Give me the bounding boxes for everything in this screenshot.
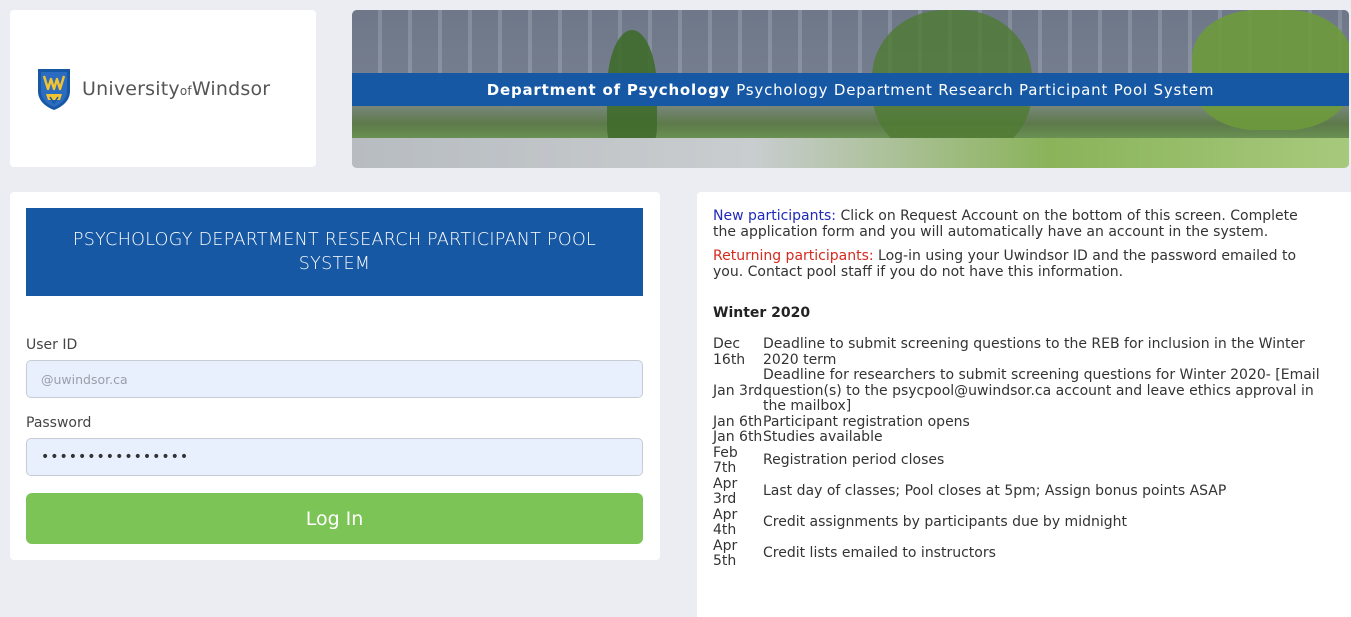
table-row: Jan 6th Participant registration opens	[713, 413, 1338, 431]
login-button[interactable]: Log In	[26, 493, 643, 544]
schedule-date: Apr 5th	[713, 537, 738, 569]
table-row: Feb 7th Registration period closes	[713, 444, 1338, 477]
table-row: Apr 4th Credit assignments by participan…	[713, 506, 1338, 539]
schedule-event: Studies available	[763, 429, 883, 445]
user-id-input[interactable]	[26, 360, 643, 398]
schedule-date: Apr 4th	[713, 506, 738, 538]
banner-ground-image	[352, 138, 1349, 168]
banner-tree-image	[1192, 10, 1349, 130]
schedule-event: Last day of classes; Pool closes at 5pm;…	[763, 483, 1227, 500]
returning-participants-label: Returning participants:	[713, 248, 874, 264]
login-panel-title: PSYCHOLOGY DEPARTMENT RESEARCH PARTICIPA…	[26, 208, 643, 296]
returning-participants-note: Returning participants: Log-in using you…	[713, 248, 1313, 280]
schedule-event: Deadline to submit screening questions t…	[763, 336, 1305, 368]
banner-title-strong: Department of Psychology	[486, 80, 731, 99]
schedule-date: Jan 6th	[713, 413, 763, 430]
schedule-event: Participant registration opens	[763, 413, 970, 430]
password-input[interactable]	[26, 438, 643, 476]
user-id-label: User ID	[26, 337, 78, 353]
logo-word-university: University	[82, 77, 180, 100]
logo-word-of: of	[179, 83, 192, 98]
logo-wordmark: UniversityofWindsor	[82, 78, 270, 100]
university-shield-icon	[38, 68, 70, 110]
schedule-event: Registration period closes	[763, 452, 945, 469]
schedule-event: Credit lists emailed to instructors	[763, 545, 996, 562]
schedule-date: Feb 7th	[713, 444, 738, 476]
term-title: Winter 2020	[713, 305, 811, 321]
new-participants-note: New participants: Click on Request Accou…	[713, 208, 1313, 240]
schedule-date: Jan 3rd	[713, 382, 763, 399]
table-row: Jan 6th Studies available	[713, 429, 1338, 446]
schedule-date: Apr 3rd	[713, 475, 738, 507]
table-row: Apr 5th Credit lists emailed to instruct…	[713, 537, 1338, 570]
header-banner: Department of Psychology Psychology Depa…	[352, 10, 1349, 168]
banner-title: Department of Psychology Psychology Depa…	[352, 73, 1349, 106]
schedule-event: Credit assignments by participants due b…	[763, 514, 1127, 531]
table-row: Apr 3rd Last day of classes; Pool closes…	[713, 475, 1338, 508]
logo-word-windsor: Windsor	[191, 77, 271, 100]
banner-title-text: Psychology Department Research Participa…	[736, 80, 1215, 99]
new-participants-label: New participants:	[713, 208, 837, 224]
info-panel: New participants: Click on Request Accou…	[697, 192, 1351, 617]
table-row: Dec 16th Deadline to submit screening qu…	[713, 336, 1338, 368]
password-label: Password	[26, 415, 92, 431]
login-panel: PSYCHOLOGY DEPARTMENT RESEARCH PARTICIPA…	[10, 192, 660, 560]
schedule-event: Deadline for researchers to submit scree…	[763, 367, 1320, 414]
schedule-date: Dec 16th	[713, 336, 746, 368]
schedule-table: Dec 16th Deadline to submit screening qu…	[713, 336, 1338, 570]
table-row: Jan 3rd Deadline for researchers to subm…	[713, 367, 1338, 415]
university-logo[interactable]: UniversityofWindsor	[10, 10, 316, 167]
schedule-date: Jan 6th	[713, 429, 763, 445]
